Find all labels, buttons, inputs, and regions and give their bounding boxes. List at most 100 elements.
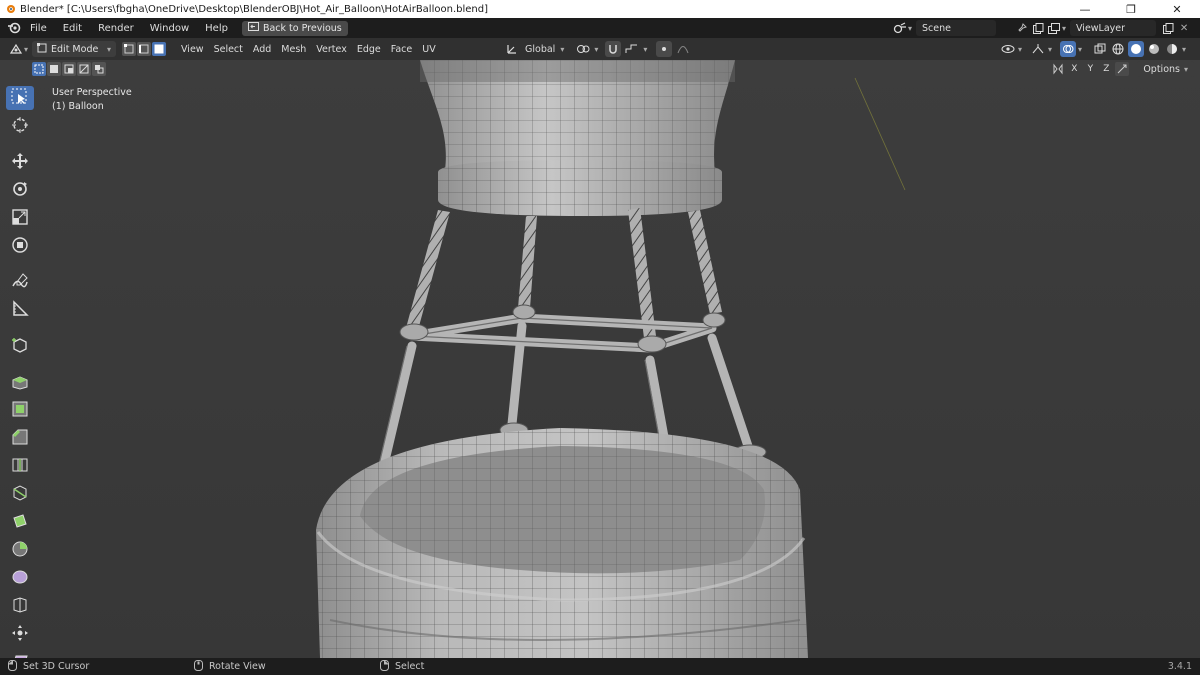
status-select: Select xyxy=(395,661,425,672)
solid-shading-icon[interactable] xyxy=(1128,41,1145,57)
menu-edit[interactable]: Edit xyxy=(55,18,90,38)
status-bar: Set 3D Cursor Rotate View Select 3.4.1 xyxy=(0,658,1200,675)
move-tool[interactable] xyxy=(6,150,34,174)
scene-dropdown-arrow-icon: ▾ xyxy=(908,23,913,33)
cursor-tool[interactable] xyxy=(6,114,34,138)
select-box-tool[interactable] xyxy=(6,86,34,110)
select-invert-icon[interactable] xyxy=(77,62,91,76)
edge-select-icon[interactable] xyxy=(137,42,152,56)
overlays-icon[interactable] xyxy=(1060,41,1077,57)
select-extend-icon[interactable] xyxy=(47,62,61,76)
falloff-icon[interactable] xyxy=(675,41,691,57)
rendered-shading-icon[interactable] xyxy=(1164,41,1180,57)
visibility-icon[interactable] xyxy=(1000,41,1016,57)
xray-icon[interactable] xyxy=(1092,41,1108,57)
balloon-mesh-render[interactable] xyxy=(0,60,1200,658)
new-scene-icon[interactable] xyxy=(1030,20,1046,36)
mouse-right-icon xyxy=(380,659,389,674)
menu-uv[interactable]: UV xyxy=(417,41,440,57)
shrink-fatten-tool[interactable] xyxy=(6,622,34,646)
spin-icon xyxy=(11,540,29,561)
gizmo-arrow-icon: ▾ xyxy=(1048,44,1053,54)
mirror-x-toggle[interactable]: X xyxy=(1067,62,1081,76)
menu-mesh[interactable]: Mesh xyxy=(276,41,311,57)
mode-arrow-icon: ▾ xyxy=(107,44,112,54)
blender-menu-icon[interactable] xyxy=(6,20,22,36)
status-rotate-view: Rotate View xyxy=(209,661,266,672)
annotate-tool[interactable] xyxy=(6,270,34,294)
minimize-button[interactable]: — xyxy=(1062,0,1108,18)
rotate-tool[interactable] xyxy=(6,178,34,202)
loop-cut-tool[interactable] xyxy=(6,454,34,478)
smooth-tool[interactable] xyxy=(6,566,34,590)
mirror-icon[interactable] xyxy=(1051,62,1065,76)
bevel-tool[interactable] xyxy=(6,426,34,450)
menu-view[interactable]: View xyxy=(176,41,209,57)
toolbar-separator xyxy=(6,262,36,266)
menu-help[interactable]: Help xyxy=(197,18,236,38)
options-label: Options xyxy=(1143,63,1180,75)
3d-viewport[interactable] xyxy=(0,60,1200,658)
selection-mode-toolbar xyxy=(32,62,106,78)
back-to-previous-label: Back to Previous xyxy=(262,22,342,34)
edge-slide-tool[interactable] xyxy=(6,594,34,618)
new-view-layer-icon[interactable] xyxy=(1160,20,1176,36)
blender-logo-icon xyxy=(3,2,17,16)
material-shading-icon[interactable] xyxy=(1146,41,1162,57)
proportional-edit-icon[interactable] xyxy=(656,41,673,57)
menu-edge[interactable]: Edge xyxy=(352,41,386,57)
transform-orientation[interactable]: Global ▾ ▾ ▾ xyxy=(504,41,691,57)
status-set-3d-cursor: Set 3D Cursor xyxy=(23,661,90,672)
menu-select[interactable]: Select xyxy=(209,41,248,57)
options-arrow-icon: ▾ xyxy=(1183,64,1188,74)
delete-view-layer-icon[interactable]: ✕ xyxy=(1176,20,1192,36)
poly-build-tool[interactable] xyxy=(6,510,34,534)
mirror-y-toggle[interactable]: Y xyxy=(1083,62,1097,76)
menu-add[interactable]: Add xyxy=(248,41,276,57)
topology-mirror-icon[interactable] xyxy=(1115,62,1130,76)
options-dropdown[interactable]: Options ▾ xyxy=(1137,61,1194,77)
view-layer-dropdown-arrow-icon: ▾ xyxy=(1062,23,1067,33)
add-cube-tool[interactable] xyxy=(6,334,34,358)
vertex-select-icon[interactable] xyxy=(122,42,137,56)
view-layer-name-field[interactable]: ViewLayer xyxy=(1070,20,1157,36)
move-icon xyxy=(11,152,29,173)
maximize-button[interactable]: ❐ xyxy=(1108,0,1154,18)
menu-face[interactable]: Face xyxy=(386,41,417,57)
scene-name-field[interactable]: Scene xyxy=(916,20,997,36)
toolbar-separator xyxy=(6,142,36,146)
perspective-label: User Perspective xyxy=(52,87,132,98)
select-subtract-icon[interactable] xyxy=(62,62,76,76)
face-select-icon[interactable] xyxy=(152,42,167,56)
inset-faces-tool[interactable] xyxy=(6,398,34,422)
scene-selector[interactable]: ▾ Scene ✕ xyxy=(892,20,1062,36)
close-button[interactable]: ✕ xyxy=(1154,0,1200,18)
wireframe-shading-icon[interactable] xyxy=(1110,41,1126,57)
gizmo-icon[interactable] xyxy=(1030,41,1046,57)
back-to-previous-button[interactable]: Back to Previous xyxy=(241,20,348,36)
select-intersect-icon[interactable] xyxy=(92,62,106,76)
snap-target-icon[interactable] xyxy=(624,41,640,57)
scale-tool[interactable] xyxy=(6,206,34,230)
blender-version: 3.4.1 xyxy=(1167,661,1192,672)
pivot-point-icon[interactable] xyxy=(575,41,591,57)
orientation-label: Global xyxy=(525,43,556,55)
editor-type-icon[interactable] xyxy=(8,41,24,57)
spin-tool[interactable] xyxy=(6,538,34,562)
menu-window[interactable]: Window xyxy=(142,18,197,38)
pin-icon[interactable] xyxy=(1014,20,1030,36)
view-layer-selector[interactable]: ▾ ViewLayer ✕ xyxy=(1046,20,1192,36)
knife-tool[interactable] xyxy=(6,482,34,506)
menu-vertex[interactable]: Vertex xyxy=(311,41,352,57)
mode-selector[interactable]: Edit Mode ▾ xyxy=(32,41,117,57)
snap-toggle-icon[interactable] xyxy=(605,41,622,57)
menu-file[interactable]: File xyxy=(22,18,55,38)
menu-render[interactable]: Render xyxy=(90,18,142,38)
transform-tool[interactable] xyxy=(6,234,34,258)
mirror-z-toggle[interactable]: Z xyxy=(1099,62,1113,76)
extrude-tool[interactable] xyxy=(6,370,34,394)
select-new-icon[interactable] xyxy=(32,62,46,76)
window-titlebar: Blender* [C:\Users\fbgha\OneDrive\Deskto… xyxy=(0,0,1200,18)
status-hint-left-click: Set 3D Cursor xyxy=(8,659,186,674)
measure-tool[interactable] xyxy=(6,298,34,322)
